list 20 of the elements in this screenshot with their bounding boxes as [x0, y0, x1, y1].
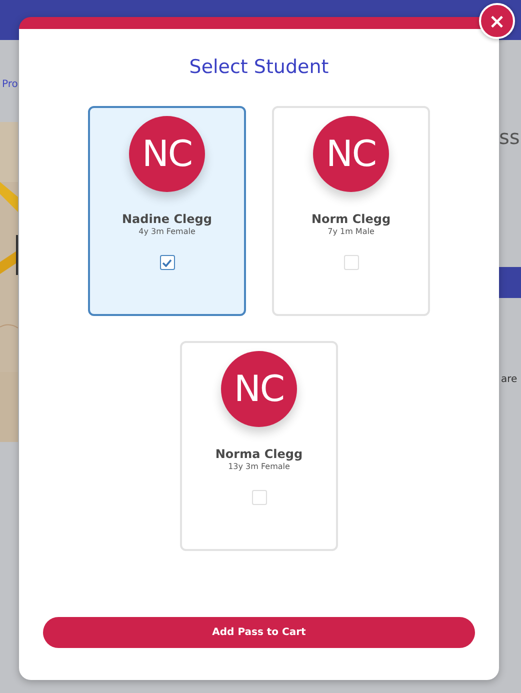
student-details: 13y 3m Female	[228, 462, 290, 471]
add-to-cart-button[interactable]: Add Pass to Cart	[43, 617, 475, 648]
description-text: are	[501, 374, 518, 385]
student-card[interactable]: NC Nadine Clegg 4y 3m Female	[88, 106, 246, 316]
student-details: 7y 1m Male	[328, 227, 374, 236]
student-card[interactable]: NC Norm Clegg 7y 1m Male	[272, 106, 430, 316]
avatar-initials: NC	[129, 116, 205, 192]
checkmark-icon	[162, 258, 172, 266]
student-name: Norm Clegg	[311, 212, 391, 226]
page-heading: ss	[499, 125, 520, 149]
student-details: 4y 3m Female	[138, 227, 196, 236]
dialog-title: Select Student	[189, 55, 329, 79]
action-bar[interactable]	[499, 267, 521, 298]
student-card[interactable]: NC Norma Clegg 13y 3m Female	[180, 341, 338, 551]
student-name: Norma Clegg	[215, 447, 303, 461]
checkbox[interactable]	[160, 255, 174, 270]
student-name: Nadine Clegg	[122, 212, 212, 226]
avatar-initials: NC	[221, 351, 297, 427]
breadcrumb-link[interactable]: Pro	[2, 79, 18, 90]
avatar-initials: NC	[313, 116, 389, 192]
